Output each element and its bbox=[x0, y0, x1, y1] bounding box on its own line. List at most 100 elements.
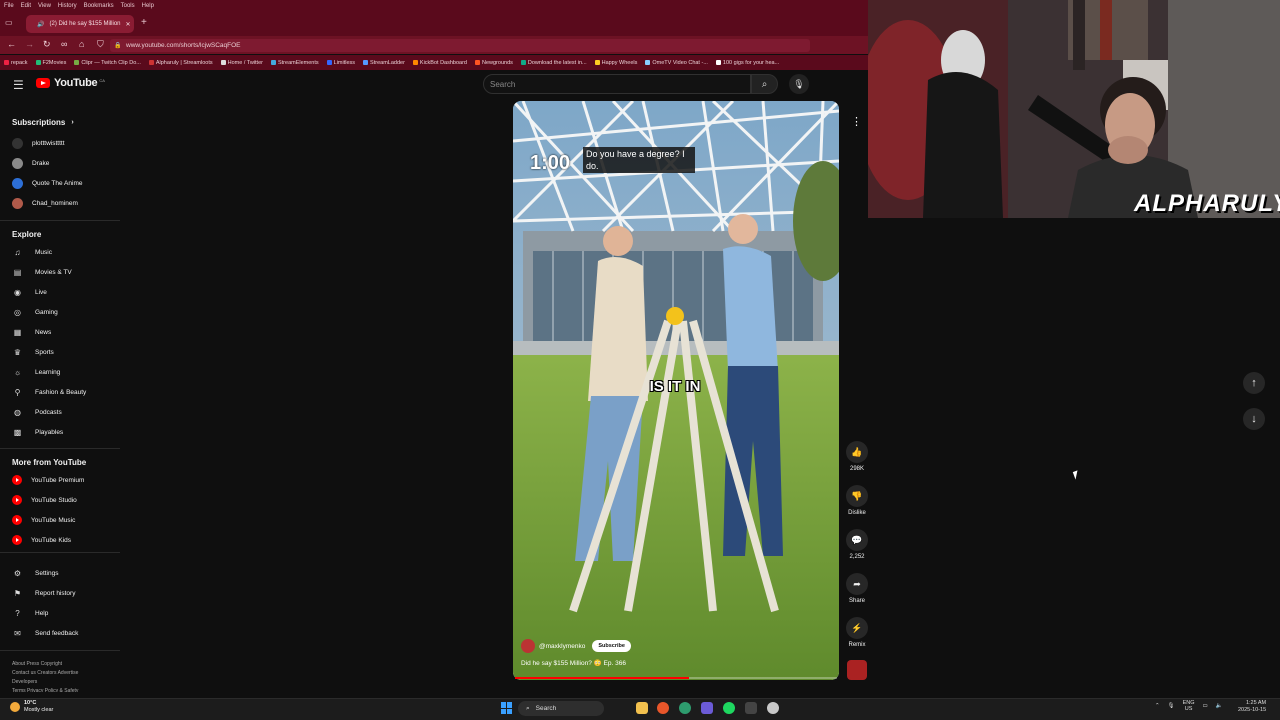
footer-line[interactable]: Terms Privacy Policy & Safety bbox=[12, 687, 112, 692]
footer-line[interactable]: Developers bbox=[12, 678, 112, 687]
extension-icon[interactable]: ∞ bbox=[61, 39, 67, 49]
subscriptions-heading[interactable]: Subscriptions › bbox=[12, 118, 74, 127]
sidebar-item-playables[interactable]: ▩ Playables bbox=[12, 424, 116, 440]
sidebar-item-news[interactable]: ▦ News bbox=[12, 324, 116, 340]
menu-edit[interactable]: Edit bbox=[21, 3, 31, 9]
microphone-icon[interactable]: 🎙 bbox=[1168, 703, 1175, 709]
sidebar-item-youtube-music[interactable]: YouTube Music bbox=[12, 512, 116, 528]
sidebar-item-youtube-studio[interactable]: YouTube Studio bbox=[12, 492, 116, 508]
language-indicator[interactable]: ENG US bbox=[1183, 700, 1195, 712]
tab-list-icon[interactable]: ▭ bbox=[5, 18, 13, 27]
arrow-up-icon: ↑ bbox=[1251, 377, 1257, 389]
menu-tools[interactable]: Tools bbox=[121, 3, 135, 9]
bookmark-item[interactable]: Happy Wheels bbox=[594, 60, 637, 66]
spotify-icon[interactable] bbox=[723, 702, 735, 714]
bookmark-item[interactable]: StreamElements bbox=[270, 60, 319, 66]
app-icon[interactable] bbox=[745, 702, 757, 714]
bookmark-item[interactable]: 100 gigs for your hea... bbox=[715, 60, 779, 66]
sidebar-item-report-history[interactable]: ⚑ Report history bbox=[12, 585, 116, 601]
comment-icon: 💬 bbox=[846, 529, 868, 551]
url-bar[interactable]: 🔒 www.youtube.com/shorts/lcjwSCaqFOE bbox=[110, 39, 810, 52]
countdown-timer: 1:00 bbox=[530, 152, 571, 174]
remix-button[interactable]: ⚡ Remix bbox=[842, 617, 872, 648]
bookmark-item[interactable]: Download the latest in... bbox=[520, 60, 587, 66]
subscription-item[interactable]: Quote The Anime bbox=[12, 175, 116, 191]
voice-search-button[interactable]: 🎙 bbox=[789, 74, 809, 94]
sidebar-item-gaming[interactable]: ◎ Gaming bbox=[12, 304, 116, 320]
youtube-logo[interactable]: YouTube CA bbox=[36, 77, 105, 89]
subscription-item[interactable]: Chad_hominem bbox=[12, 195, 116, 211]
chevron-up-icon[interactable]: ⌃ bbox=[1155, 703, 1160, 709]
back-icon[interactable]: ← bbox=[7, 39, 16, 49]
like-button[interactable]: 👍 298K bbox=[842, 441, 872, 472]
share-button[interactable]: ➦ Share bbox=[842, 573, 872, 604]
channel-avatar[interactable] bbox=[521, 639, 535, 653]
subscription-item[interactable]: plotttwisttttt bbox=[12, 135, 116, 151]
bookmark-item[interactable]: Clipr — Twitch Clip Do... bbox=[74, 60, 141, 66]
divider bbox=[0, 448, 120, 449]
sidebar-item-music[interactable]: ♫ Music bbox=[12, 244, 116, 260]
home-icon[interactable]: ⌂ bbox=[79, 39, 84, 49]
new-tab-button[interactable]: + bbox=[141, 17, 147, 28]
bookmark-item[interactable]: Home / Twitter bbox=[220, 60, 263, 66]
audio-icon[interactable]: 🔊 bbox=[37, 21, 44, 28]
close-tab-icon[interactable]: ✕ bbox=[126, 21, 134, 28]
dislike-button[interactable]: 👎 Dislike bbox=[842, 485, 872, 516]
file-explorer-icon[interactable] bbox=[636, 702, 648, 714]
comments-button[interactable]: 💬 2,252 bbox=[842, 529, 872, 560]
video-title[interactable]: Did he say $155 Million? 😳 Ep. 366 bbox=[521, 659, 626, 667]
footer-line[interactable]: About Press Copyright bbox=[12, 660, 112, 669]
channel-name[interactable]: @maxklymenko bbox=[539, 643, 585, 650]
clock[interactable]: 1:25 AM 2025-10-15 bbox=[1238, 700, 1266, 714]
sidebar-item-youtube-premium[interactable]: YouTube Premium bbox=[12, 472, 116, 488]
taskbar-search[interactable]: ⌕ Search bbox=[518, 701, 604, 716]
sidebar-item-learning[interactable]: ☼ Learning bbox=[12, 364, 116, 380]
menu-help[interactable]: Help bbox=[142, 3, 154, 9]
next-short-button[interactable]: ↓ bbox=[1243, 408, 1265, 430]
windows-start-button[interactable] bbox=[501, 702, 513, 714]
sidebar-item-movies-tv[interactable]: ▤ Movies & TV bbox=[12, 264, 116, 280]
forward-icon[interactable]: → bbox=[25, 39, 34, 49]
browser-tab-active[interactable]: 🔊 (2) Did he say $155 Million ✕ bbox=[26, 15, 134, 33]
sidebar-item-help[interactable]: ? Help bbox=[12, 605, 116, 621]
footer-line[interactable]: Contact us Creators Advertise bbox=[12, 669, 112, 678]
bookmark-item[interactable]: KickBot Dashboard bbox=[412, 60, 467, 66]
bookmark-item[interactable]: Newgrounds bbox=[475, 60, 513, 66]
sidebar-item-settings[interactable]: ⚙ Settings bbox=[12, 565, 116, 581]
bookmark-item[interactable]: StreamLadder bbox=[363, 60, 405, 66]
firefox-icon[interactable] bbox=[657, 702, 669, 714]
menu-file[interactable]: File bbox=[4, 3, 14, 9]
app-icon[interactable] bbox=[701, 702, 713, 714]
app-icon[interactable] bbox=[679, 702, 691, 714]
sidebar-item-fashion-beauty[interactable]: ⚲ Fashion & Beauty bbox=[12, 384, 116, 400]
bookmark-item[interactable]: F2Movies bbox=[35, 60, 66, 66]
menu-view[interactable]: View bbox=[38, 3, 51, 9]
sidebar-item-send-feedback[interactable]: ✉ Send feedback bbox=[12, 625, 116, 641]
bookmark-item[interactable]: OmeTV Video Chat -... bbox=[645, 60, 708, 66]
menu-history[interactable]: History bbox=[58, 3, 77, 9]
search-input[interactable]: Search bbox=[483, 74, 751, 94]
bookmark-item[interactable]: repack bbox=[4, 60, 28, 66]
bookmark-item[interactable]: Limitless bbox=[326, 60, 355, 66]
subscribe-button[interactable]: Subscribe bbox=[592, 640, 631, 652]
volume-icon[interactable]: 🔈 bbox=[1216, 703, 1223, 709]
bookmark-item[interactable]: Alpharuly | Streamloots bbox=[148, 60, 213, 66]
sidebar-item-podcasts[interactable]: ◍ Podcasts bbox=[12, 404, 116, 420]
channel-thumbnail[interactable] bbox=[847, 660, 867, 680]
obs-icon[interactable] bbox=[767, 702, 779, 714]
weather-widget[interactable]: 10°C Mostly clear bbox=[10, 700, 53, 714]
menu-bookmarks[interactable]: Bookmarks bbox=[84, 3, 114, 9]
podcast-icon: ◍ bbox=[14, 407, 21, 417]
sidebar-item-live[interactable]: ◉ Live bbox=[12, 284, 116, 300]
subscription-item[interactable]: Drake bbox=[12, 155, 116, 171]
reload-icon[interactable]: ↻ bbox=[43, 39, 51, 50]
sidebar-item-sports[interactable]: ♛ Sports bbox=[12, 344, 116, 360]
shield-icon[interactable]: ⛉ bbox=[97, 39, 104, 50]
hamburger-menu-icon[interactable]: ☰ bbox=[13, 78, 24, 92]
bulb-icon: ☼ bbox=[13, 367, 22, 377]
sidebar-item-youtube-kids[interactable]: YouTube Kids bbox=[12, 532, 116, 548]
search-button[interactable]: ⌕ bbox=[751, 74, 778, 94]
monitor-icon[interactable]: ▭ bbox=[1203, 703, 1208, 709]
previous-short-button[interactable]: ↑ bbox=[1243, 372, 1265, 394]
more-options-icon[interactable]: ⋮ bbox=[851, 115, 862, 128]
